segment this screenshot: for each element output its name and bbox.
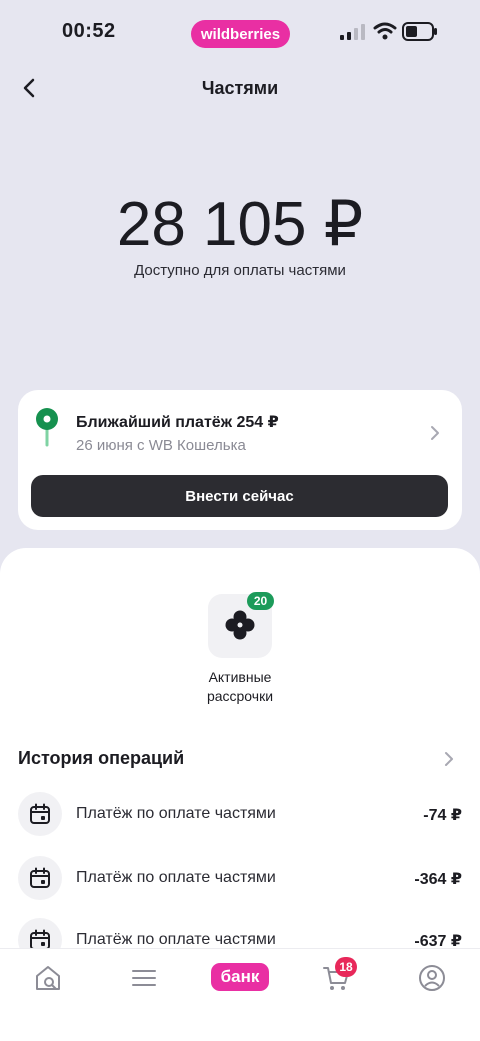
- page-title: Частями: [201, 78, 279, 98]
- available-amount: 28 105 ₽: [116, 190, 364, 259]
- next-payment-card[interactable]: Ближайший платёж 254 ₽ 26 июня с WB Коше…: [18, 390, 462, 530]
- history-chevron-right-icon[interactable]: [440, 750, 458, 768]
- bank-tab[interactable]: банк: [211, 963, 269, 991]
- operation-label: Платёж по оплате частями: [76, 931, 276, 948]
- cellular-signal-icon: [340, 24, 365, 40]
- operation-icon-wrap: [18, 856, 62, 900]
- operation-row[interactable]: Платёж по оплате частями -637 ₽: [0, 910, 480, 948]
- operation-icon-wrap: [18, 918, 62, 948]
- calendar-icon: [30, 867, 50, 888]
- active-installments-button[interactable]: 20: [208, 592, 274, 658]
- operation-row[interactable]: Платёж по оплате частями -74 ₽: [0, 784, 480, 844]
- profile-icon[interactable]: [417, 963, 447, 993]
- status-bar: 00:52 wildberries: [0, 0, 480, 64]
- operation-label: Платёж по оплате частями: [76, 869, 276, 886]
- operation-amount: -364 ₽: [414, 871, 462, 888]
- history-title: История операций: [18, 748, 185, 768]
- wifi-icon: [373, 22, 397, 40]
- map-pin-icon: [36, 408, 58, 447]
- operation-amount: -637 ₽: [414, 933, 462, 948]
- installments-label-line1: Активные: [208, 669, 272, 685]
- installments-count-badge: 20: [247, 592, 274, 610]
- content-sheet: 20 Активные рассрочки История операций П…: [0, 548, 480, 948]
- status-time: 00:52: [62, 20, 116, 42]
- available-caption: Доступно для оплаты частями: [134, 262, 346, 279]
- installments-label: Активные рассрочки: [170, 668, 310, 706]
- pay-now-button[interactable]: Внести сейчас: [31, 475, 448, 517]
- operation-icon-wrap: [18, 792, 62, 836]
- cart-count-badge: 18: [335, 957, 357, 977]
- operation-label: Платёж по оплате частями: [76, 805, 276, 822]
- home-search-icon[interactable]: [33, 963, 63, 993]
- next-payment-title: Ближайший платёж 254 ₽: [76, 414, 279, 431]
- calendar-icon: [30, 803, 50, 824]
- battery-icon: [402, 22, 437, 41]
- operation-amount: -74 ₽: [423, 807, 462, 824]
- catalog-menu-icon[interactable]: [129, 963, 159, 993]
- brand-logo: wildberries: [191, 20, 290, 48]
- calendar-icon: [30, 929, 50, 948]
- installments-label-line2: рассрочки: [206, 688, 274, 704]
- clover-icon: [225, 610, 255, 640]
- next-payment-date: 26 июня с WB Кошелька: [76, 437, 246, 454]
- operation-row[interactable]: Платёж по оплате частями -364 ₽: [0, 848, 480, 908]
- bottom-nav: банк 18: [0, 948, 480, 1041]
- chevron-right-icon[interactable]: [426, 424, 444, 442]
